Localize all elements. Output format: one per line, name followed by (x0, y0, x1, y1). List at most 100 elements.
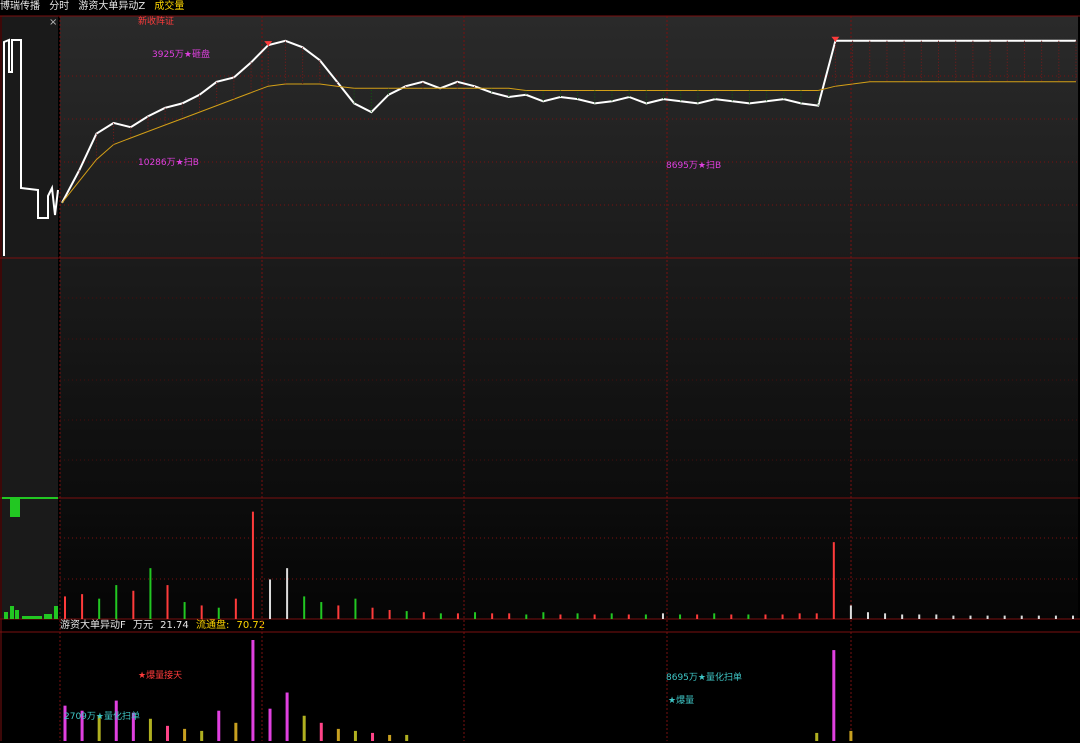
volume-bar (644, 614, 647, 619)
volume-bar (422, 612, 425, 619)
sub-indicator-bar (251, 640, 255, 741)
sub-indicator-bar (832, 650, 836, 741)
sub-indicator-bar (234, 722, 238, 741)
volume-bar (439, 613, 442, 619)
mini-bar (22, 616, 42, 619)
mini-bar (54, 606, 58, 619)
volume-bar (781, 614, 784, 619)
volume-bar (456, 613, 459, 619)
volume-bar (286, 568, 289, 619)
volume-bar (747, 614, 750, 619)
sub-indicator-bar (353, 730, 357, 741)
price-annotation: 新收阵证 (138, 15, 174, 27)
mini-bar (15, 610, 19, 619)
mini-bar (44, 614, 52, 619)
volume-bar (234, 598, 237, 619)
volume-bar (525, 614, 528, 619)
volume-bar (64, 596, 66, 619)
volume-bar (884, 613, 887, 619)
volume-bar (713, 613, 716, 619)
sub-indicator-bar (200, 730, 204, 741)
volume-bar (149, 568, 152, 619)
sub-indicator-bar (285, 692, 289, 741)
volume-bar (866, 612, 869, 619)
sub-indicator-bar (849, 730, 853, 741)
sub-indicator-bar (217, 710, 221, 741)
volume-bar (832, 542, 835, 619)
main-panel-bg (60, 16, 1078, 619)
sub-annotation: ★爆量接天 (138, 669, 182, 681)
volume-bar (679, 614, 682, 619)
volume-bar (337, 605, 340, 619)
volume-bar (730, 614, 733, 619)
sub-indicator-bar (148, 718, 152, 741)
volume-bar (576, 613, 579, 619)
sub-indicator-bar (319, 722, 323, 741)
volume-bar (559, 614, 562, 619)
volume-bar (1054, 615, 1057, 619)
sub-indicator-bar (815, 732, 819, 741)
volume-bar (371, 607, 374, 619)
volume-bar (1037, 615, 1040, 619)
volume-bar (952, 615, 955, 619)
volume-bar (918, 614, 921, 619)
volume-bar (593, 614, 596, 619)
volume-bar (491, 613, 494, 619)
volume-bar (269, 579, 272, 619)
sub-indicator-bar (302, 715, 306, 741)
volume-bar (405, 611, 408, 619)
close-icon[interactable]: × (49, 17, 57, 28)
sub-indicator-bar (166, 725, 170, 741)
volume-bar (986, 615, 989, 619)
volume-bar (320, 602, 323, 619)
mini-bar (10, 499, 20, 517)
volume-bar (798, 613, 801, 619)
volume-bar (542, 612, 545, 619)
sub-indicator-bar (183, 728, 187, 741)
sub-annotation: ★爆量 (668, 694, 694, 706)
volume-bar (354, 598, 357, 619)
left-mini-panel-bg (2, 16, 58, 619)
sub-indicator-bar (268, 708, 272, 741)
volume-bar (969, 615, 972, 619)
volume-bar (217, 607, 220, 619)
mini-bar (10, 606, 14, 619)
volume-bar (98, 598, 101, 619)
volume-bar (901, 614, 904, 619)
volume-bar (81, 594, 84, 619)
volume-bar (661, 613, 664, 619)
volume-bar (251, 511, 254, 619)
sub-annotation: 2709万★量化扫单 (64, 710, 140, 722)
sub-indicator-bar (63, 705, 67, 741)
volume-bar (1003, 615, 1006, 619)
sub-indicator-bar (388, 734, 392, 741)
chart-canvas[interactable]: 新收阵证 3925万★砸盘 10286万★扫B 8695万★扫B ★爆量接天 2709万★… (0, 0, 1080, 743)
volume-bar (935, 614, 938, 619)
sub-annotation: 8695万★量化扫单 (666, 671, 742, 683)
mini-bar (4, 612, 8, 619)
volume-bar (1072, 615, 1074, 619)
sub-indicator-bar (371, 732, 375, 741)
volume-bar (303, 596, 306, 619)
volume-bar (764, 614, 767, 619)
volume-bar (815, 613, 818, 619)
volume-bar (849, 605, 852, 619)
volume-bar (474, 612, 477, 619)
price-annotation: 8695万★扫B (666, 159, 721, 171)
volume-bar (115, 585, 118, 619)
volume-bar (1020, 615, 1023, 619)
volume-bar (183, 602, 186, 619)
volume-bar (610, 613, 613, 619)
price-annotation: 10286万★扫B (138, 156, 199, 168)
sub-indicator-bar (405, 734, 409, 741)
price-annotation: 3925万★砸盘 (152, 48, 210, 60)
sub-indicator-bar (336, 728, 340, 741)
volume-bar (388, 609, 391, 619)
volume-bar (132, 590, 135, 619)
volume-bar (627, 614, 630, 619)
volume-bar (200, 605, 203, 619)
volume-bar (508, 613, 511, 619)
volume-bar (696, 614, 699, 619)
volume-bar (166, 585, 169, 619)
mini-bar (2, 497, 58, 499)
